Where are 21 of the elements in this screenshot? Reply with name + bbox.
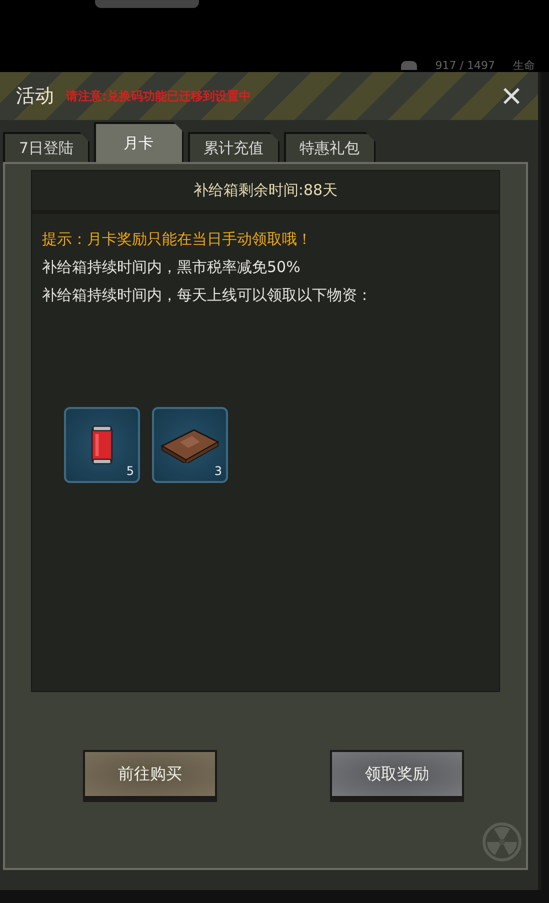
notice-text: 请注意:兑换码功能已迁移到设置中 [66,88,251,104]
health-label: 生命 [513,58,535,73]
close-button[interactable]: × [496,81,526,111]
tab[interactable]: 月卡 [94,122,184,162]
item-count: 5 [126,464,134,478]
dialog-title: 活动 [16,84,54,109]
item-slot[interactable]: 3 [152,407,228,483]
item-count: 3 [214,464,222,478]
tab[interactable]: 7日登陆 [3,132,90,162]
info-text: 补给箱持续时间内，每天上线可以领取以下物资： [42,285,373,305]
health-reading: 917 / 1497 [435,59,495,72]
item-slot[interactable]: 5 [64,407,140,483]
tip-text: 提示：月卡奖励只能在当日手动领取哦！ [42,230,313,249]
can-icon [91,425,113,465]
book-icon [160,427,220,463]
radiation-icon [482,822,522,862]
tab[interactable]: 累计充值 [188,132,280,162]
tab[interactable]: 特惠礼包 [284,132,376,162]
info-text: 补给箱持续时间内，黑市税率减免50% [42,257,302,277]
top-tab[interactable] [95,0,199,8]
panel-header: 补给箱剩余时间:88天 [32,171,499,214]
